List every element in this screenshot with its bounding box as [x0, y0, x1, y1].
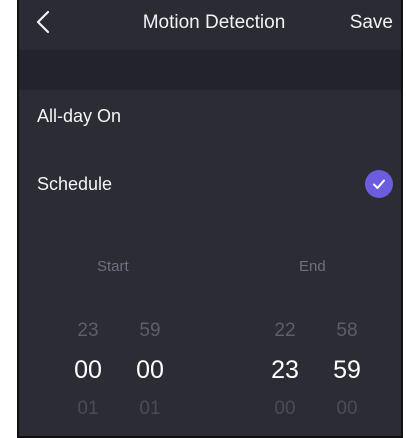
- start-minute-selected: 00: [136, 356, 164, 384]
- end-time-picker[interactable]: 22 23 00 58 59 00: [264, 312, 384, 422]
- end-hour-prev: 22: [274, 320, 296, 341]
- start-minute-next: 01: [139, 398, 161, 419]
- end-minute-wheel[interactable]: 58 59 00: [326, 312, 368, 428]
- back-button[interactable]: [29, 8, 57, 40]
- all-day-on-option[interactable]: All-day On: [19, 84, 401, 148]
- page-title: Motion Detection: [142, 12, 286, 33]
- schedule-option[interactable]: Schedule: [19, 152, 401, 216]
- save-button[interactable]: Save: [350, 12, 393, 34]
- checkmark-icon: [365, 170, 393, 198]
- app-screen: Motion Detection Save All-day On Schedul…: [19, 0, 401, 436]
- start-hour-selected: 00: [74, 356, 102, 384]
- start-minute-prev: 59: [139, 320, 161, 341]
- start-time-picker[interactable]: 23 00 01 59 00 01: [67, 312, 187, 422]
- end-minute-selected: 59: [333, 356, 361, 384]
- nav-bar: Motion Detection Save: [19, 0, 401, 50]
- end-hour-wheel[interactable]: 22 23 00: [264, 312, 306, 428]
- all-day-on-label: All-day On: [37, 105, 122, 126]
- start-label: Start: [97, 258, 129, 275]
- schedule-label: Schedule: [37, 173, 113, 194]
- start-hour-next: 01: [77, 398, 99, 419]
- end-minute-next: 00: [336, 398, 358, 419]
- start-hour-prev: 23: [77, 320, 99, 341]
- start-hour-wheel[interactable]: 23 00 01: [67, 312, 109, 428]
- frame-border-left: [17, 0, 19, 438]
- start-minute-wheel[interactable]: 59 00 01: [129, 312, 171, 428]
- end-hour-selected: 23: [271, 356, 299, 384]
- end-minute-prev: 58: [336, 320, 358, 341]
- end-label: End: [299, 258, 326, 275]
- end-hour-next: 00: [274, 398, 296, 419]
- chevron-left-icon: [36, 10, 50, 39]
- frame-border-right: [401, 0, 403, 438]
- screenshot-frame: Motion Detection Save All-day On Schedul…: [0, 0, 406, 438]
